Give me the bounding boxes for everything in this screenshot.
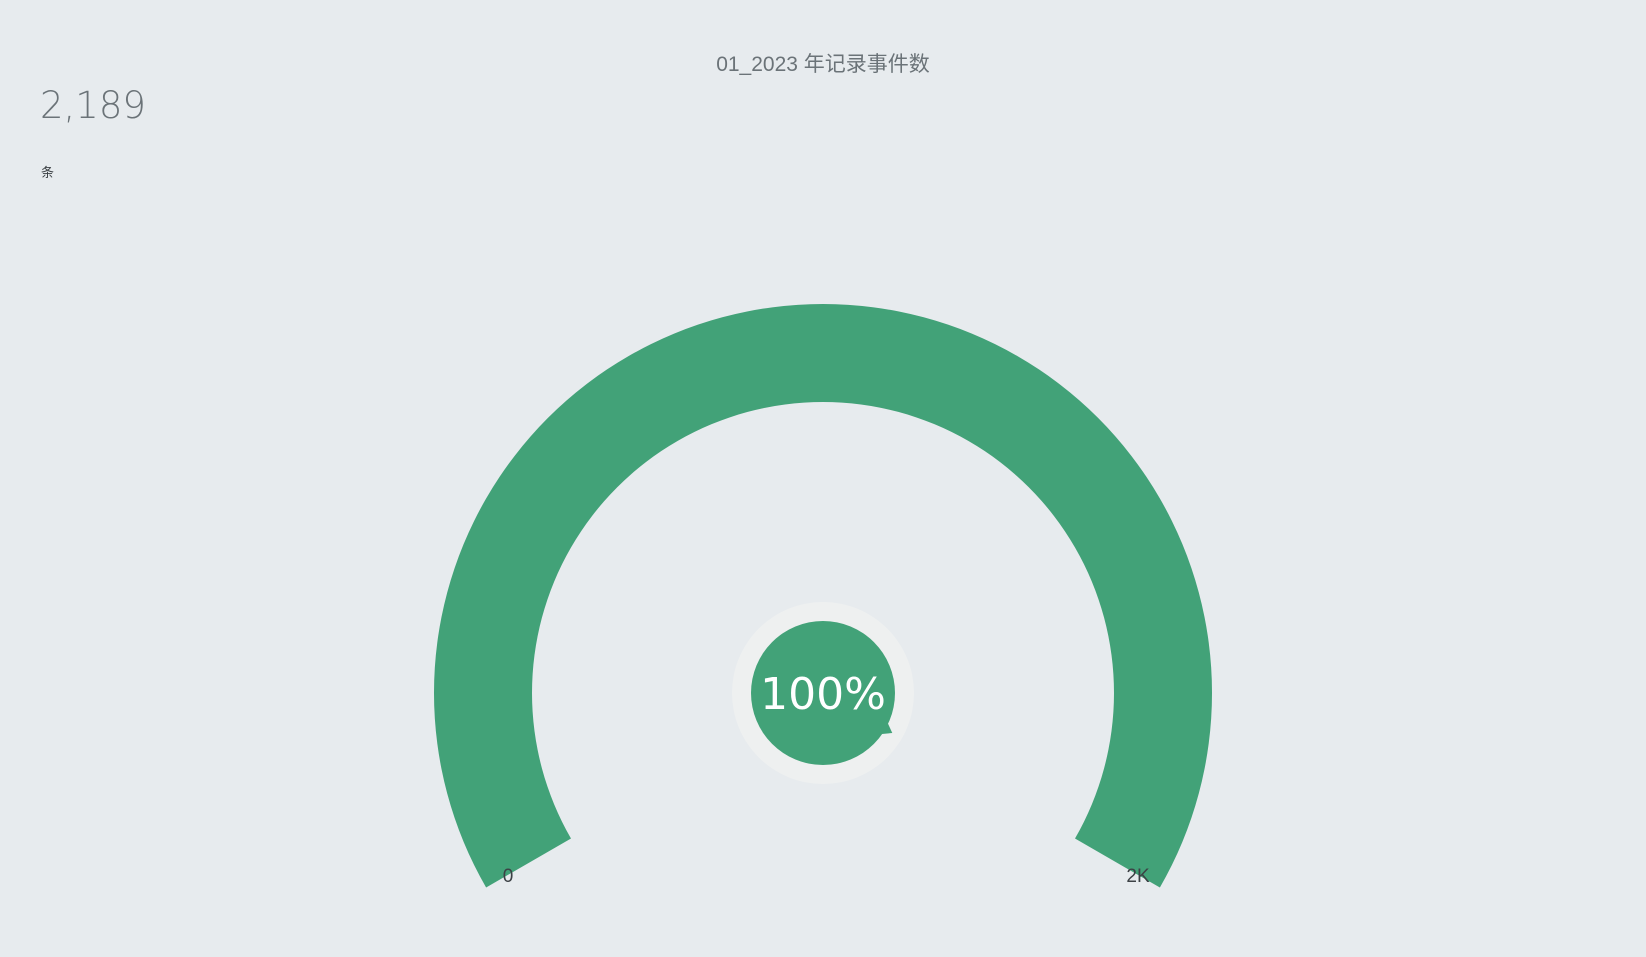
gauge-chart: 100% 0 2K: [434, 304, 1212, 888]
gauge-percent-label: 100%: [760, 669, 886, 720]
gauge-min-label: 0: [503, 866, 514, 887]
gauge-panel: 01_2023 年记录事件数 2,189 条 100% 0 2K: [0, 0, 1646, 957]
gauge-max-label: 2K: [1126, 866, 1150, 887]
gauge-value-arc: [434, 304, 1212, 888]
